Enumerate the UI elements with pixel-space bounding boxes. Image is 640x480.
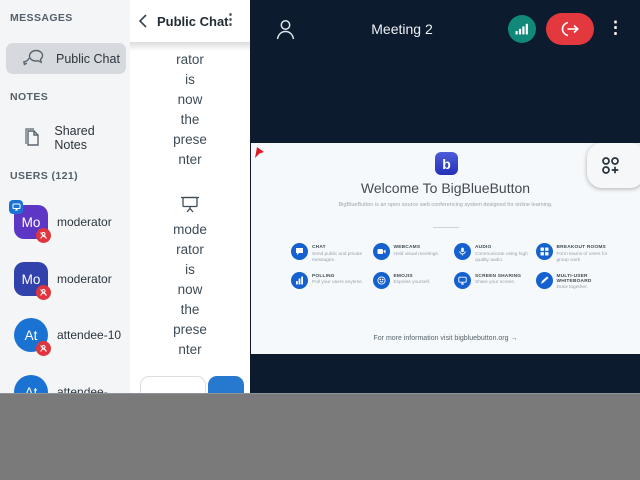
connection-status-button[interactable] [508, 15, 536, 43]
feature-grid: CHAT Send public and private messages. W… [291, 243, 613, 291]
presentation-slide: b Welcome To BigBlueButton BigBlueButton… [251, 143, 640, 354]
shared-notes-icon [20, 127, 44, 149]
chat-options-kebab-icon[interactable]: ⋮ [223, 12, 238, 27]
meeting-main-area: Meeting 2 ⋮ b Welcome To BigBlueButton B… [250, 0, 640, 393]
apps-button-wrap [587, 143, 640, 188]
feature-breakout-rooms: BREAKOUT ROOMS Form teams of users for g… [535, 243, 614, 264]
avatar-initials: Mo [21, 271, 41, 287]
webcam-feature-icon [372, 243, 390, 260]
emojis-feature-icon [372, 271, 390, 289]
avatar-initials: At [24, 327, 38, 343]
avatar: Mo [14, 262, 51, 300]
feature-audio: AUDIO Communicate using high quality aud… [454, 243, 532, 264]
sidebar-item-shared-notes[interactable]: Shared Notes [6, 122, 126, 153]
feature-webcams: WEBCAMS Hold visual meetings. [372, 243, 451, 264]
slide-heading: Welcome To BigBlueButton [360, 180, 531, 196]
sidebar-item-public-chat[interactable]: Public Chat [6, 43, 126, 74]
chat-system-message: mode rator is now the prese nter [173, 222, 207, 357]
feature-emojis: EMOJIS Express yourself. [372, 271, 451, 292]
public-chat-label: Public Chat [56, 51, 120, 66]
feature-screen-sharing: SCREEN SHARING Share your screen. [454, 271, 532, 292]
screen-sharing-feature-icon [454, 271, 471, 289]
navigation-sidebar: MESSAGES Public Chat NOTES Shared Notes [0, 0, 130, 413]
slide-divider [433, 227, 459, 228]
bigbluebutton-app: MESSAGES Public Chat NOTES Shared Notes [0, 0, 640, 480]
bigbluebutton-logo: b [435, 152, 458, 175]
apps-grid-button[interactable] [587, 143, 640, 188]
public-chat-panel: Public Chat ⋮ rator is now the prese nte… [130, 0, 250, 404]
chat-header: Public Chat ⋮ [130, 0, 250, 42]
polling-feature-icon [291, 271, 308, 289]
presenter-badge-icon [9, 200, 23, 214]
chat-panel-title: Public Chat [157, 13, 229, 29]
slide-footer-link: For more information visit bigbluebutton… [373, 335, 518, 342]
presenter-pointer-icon [254, 146, 266, 164]
breakout-rooms-feature-icon [535, 243, 553, 260]
feature-whiteboard: MULTI-USER WHITEBOARD Draw together. [535, 271, 614, 292]
avatar-initials: Mo [21, 214, 41, 230]
notes-section-header: NOTES [10, 91, 49, 103]
user-avatar-icon [274, 17, 297, 46]
presentation-screen-icon [130, 196, 250, 215]
user-list-item[interactable]: Mo moderator [0, 200, 130, 243]
listen-only-badge-icon [36, 228, 51, 243]
avatar: At [14, 318, 51, 356]
signal-bars-icon [515, 23, 528, 35]
messages-section-header: MESSAGES [10, 12, 73, 24]
user-name: moderator [57, 272, 112, 286]
meeting-options-kebab-icon[interactable]: ⋮ [607, 14, 624, 44]
user-name: attendee-10 [57, 328, 122, 342]
user-name: moderator [57, 215, 112, 229]
chat-bubbles-icon [20, 49, 46, 68]
meeting-title: Meeting 2 [371, 21, 433, 37]
shared-notes-label: Shared Notes [54, 123, 95, 152]
user-list-item[interactable]: At attendee-10 [0, 315, 130, 356]
apps-grid-icon [602, 157, 619, 174]
chat-system-message: rator is now the prese nter [173, 52, 207, 167]
leave-icon [561, 21, 579, 37]
back-chevron-icon[interactable] [138, 14, 154, 28]
chat-feature-icon [291, 243, 308, 260]
slide-subheading: BigBlueButton is an open source web conf… [338, 202, 553, 208]
screen-bottom-filler [0, 393, 640, 480]
leave-meeting-button[interactable] [546, 13, 594, 45]
audio-feature-icon [454, 243, 471, 260]
users-section-header: USERS (121) [10, 170, 79, 182]
user-list-item[interactable]: Mo moderator [0, 259, 130, 300]
listen-only-badge-icon [36, 285, 51, 300]
feature-chat: CHAT Send public and private messages. [291, 243, 369, 264]
whiteboard-feature-icon [535, 271, 553, 289]
listen-only-badge-icon [36, 341, 51, 356]
avatar: Mo [9, 200, 51, 243]
feature-polling: POLLING Poll your users anytime. [291, 271, 369, 292]
